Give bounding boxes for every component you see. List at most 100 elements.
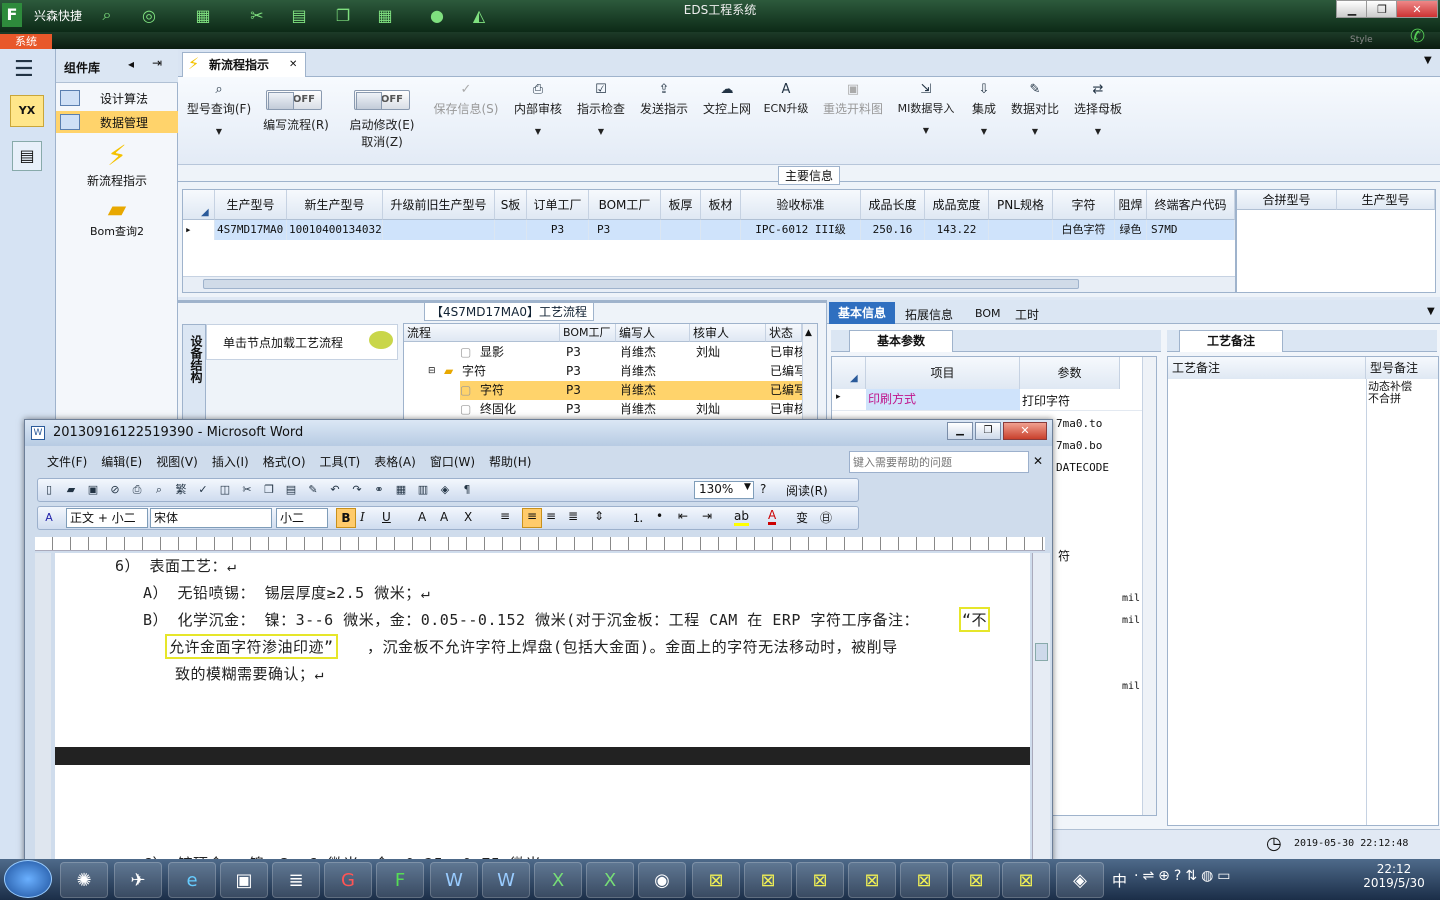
- menu-insert[interactable]: 插入(I): [212, 453, 249, 470]
- column-header[interactable]: 工艺备注: [1168, 357, 1366, 379]
- cancel-label[interactable]: 取消(Z): [344, 133, 420, 150]
- close-icon[interactable]: ✕: [1033, 454, 1043, 468]
- table-cell[interactable]: P3: [589, 220, 661, 240]
- column-header[interactable]: BOM工厂: [589, 190, 661, 220]
- document-page[interactable]: 6） 表面工艺：↵ A） 无铅喷锡： 锡层厚度≥2.5 微米；↵ B） 化学沉金…: [55, 553, 1030, 873]
- menu-help[interactable]: 帮助(H): [489, 453, 531, 470]
- doc-line[interactable]: A） 无铅喷锡： 锡层厚度≥2.5 微米；↵: [143, 582, 430, 603]
- menu-format[interactable]: 格式(O): [263, 453, 306, 470]
- tab-new-flow[interactable]: ⚡ 新流程指示 ✕: [182, 52, 306, 78]
- cut-icon[interactable]: ✂: [238, 481, 256, 499]
- sidebar-item-design[interactable]: 设计算法: [56, 87, 178, 109]
- taskbar-shell-icon[interactable]: ✺: [60, 862, 108, 898]
- size-select[interactable]: 小二: [276, 508, 328, 528]
- format-painter-icon[interactable]: ✎: [304, 481, 322, 499]
- horizontal-ruler[interactable]: [35, 537, 1045, 551]
- merge-grid[interactable]: 合拼型号 生产型号: [1236, 189, 1436, 293]
- word-restore-button[interactable]: ❐: [975, 422, 1001, 440]
- select-motherboard-button[interactable]: ⇄ 选择母板 ▼: [1070, 82, 1126, 136]
- table-cell[interactable]: [383, 220, 495, 240]
- menu-table[interactable]: 表格(A): [374, 453, 416, 470]
- paste-icon[interactable]: ▤: [282, 481, 300, 499]
- start-button[interactable]: [4, 860, 52, 898]
- scale-icon[interactable]: X: [464, 510, 472, 524]
- internal-review-button[interactable]: ⎙ 内部审核 ▼: [510, 82, 566, 136]
- system-menu[interactable]: 系统: [0, 34, 52, 49]
- compare-button[interactable]: ✎ 数据对比 ▼: [1008, 82, 1062, 136]
- word-window[interactable]: W 20130916122519390 - Microsoft Word ▁ ❐…: [24, 419, 1053, 873]
- chevron-down-icon[interactable]: ▼: [1427, 306, 1435, 317]
- column-header[interactable]: 状态: [766, 324, 802, 342]
- research-icon[interactable]: ◫: [216, 481, 234, 499]
- enclose-icon[interactable]: ㊐: [820, 509, 832, 526]
- taskbar-word-icon[interactable]: W: [430, 862, 478, 898]
- menu-window[interactable]: 窗口(W): [430, 453, 475, 470]
- remark-value[interactable]: 动态补偿不合拼: [1368, 381, 1418, 405]
- char-border-icon[interactable]: A: [418, 510, 426, 524]
- column-header[interactable]: 验收标准: [741, 190, 861, 220]
- tab-close-icon[interactable]: ✕: [289, 53, 297, 77]
- menu-file[interactable]: 文件(F): [47, 453, 87, 470]
- bullets-icon[interactable]: •: [656, 509, 663, 523]
- column-header[interactable]: PNL规格: [989, 190, 1053, 220]
- table-row[interactable]: ▢ 终固化 P3 肖维杰 刘灿 已审核: [404, 400, 802, 419]
- table-cell[interactable]: [701, 220, 741, 240]
- tab-hours[interactable]: 工时: [1015, 306, 1039, 323]
- spell-icon[interactable]: ✓: [194, 481, 212, 499]
- mi-import-button[interactable]: ⇲ MI数据导入 ▼: [892, 82, 960, 135]
- taskbar-app-icon[interactable]: ⊠: [900, 862, 948, 898]
- permission-icon[interactable]: ⊘: [106, 481, 124, 499]
- help-icon[interactable]: ?: [760, 482, 766, 496]
- save-icon[interactable]: ▣: [84, 481, 102, 499]
- edit-flow-toggle[interactable]: OFF: [266, 90, 322, 110]
- start-modify-toggle[interactable]: OFF: [354, 90, 410, 110]
- word-minimize-button[interactable]: ▁: [947, 422, 973, 440]
- doc-line[interactable]: B） 化学沉金： 镍：3--6 微米，金：0.05--0.152 微米(对于沉金…: [143, 609, 919, 630]
- tab-basic-info[interactable]: 基本信息: [829, 302, 895, 324]
- hamburger-icon[interactable]: ☰: [14, 57, 34, 82]
- tab-process-remark[interactable]: 工艺备注: [1179, 330, 1283, 352]
- taskbar-ie-icon[interactable]: e: [168, 862, 216, 898]
- taskbar-eye-icon[interactable]: ◉: [638, 862, 686, 898]
- remark-grid[interactable]: 工艺备注 型号备注 动态补偿不合拼: [1167, 356, 1439, 826]
- indent-icon[interactable]: ⇥: [702, 509, 712, 523]
- chevron-down-icon[interactable]: ▼: [744, 482, 751, 492]
- vertical-ruler[interactable]: [35, 553, 51, 863]
- tray-icons[interactable]: ·⇌⊕?⇅◍▭: [1134, 868, 1235, 884]
- doc-line[interactable]: 致的模糊需要确认；↵: [175, 663, 324, 684]
- column-header[interactable]: 阻焊: [1115, 190, 1147, 220]
- taskbar-app-icon[interactable]: ⊠: [692, 862, 740, 898]
- column-header[interactable]: 成品长度: [861, 190, 925, 220]
- distributed-icon[interactable]: ≣: [568, 509, 578, 523]
- pin-icon[interactable]: ⇥: [152, 56, 162, 70]
- column-header[interactable]: 生产型号: [1337, 190, 1435, 210]
- print-preview-icon[interactable]: ⌕: [150, 481, 168, 499]
- tab-extended-info[interactable]: 拓展信息: [905, 306, 953, 323]
- italic-icon[interactable]: I: [360, 510, 365, 524]
- vertical-scrollbar[interactable]: [1142, 357, 1156, 815]
- ecn-upgrade-button[interactable]: A ECN升级: [760, 82, 812, 116]
- table-cell[interactable]: P3: [527, 220, 589, 240]
- doc-line[interactable]: 6） 表面工艺：↵: [115, 555, 237, 576]
- taskbar-app-icon[interactable]: ⊠: [796, 862, 844, 898]
- column-header[interactable]: 终端客户代码: [1147, 190, 1235, 220]
- table-cell[interactable]: 10010400134032: [287, 220, 383, 240]
- center-align-icon[interactable]: ≡: [522, 508, 542, 528]
- launcher-new-flow[interactable]: ⚡ 新流程指示: [56, 139, 178, 189]
- word-vertical-scrollbar[interactable]: [1032, 553, 1050, 863]
- taskbar-bird-icon[interactable]: ✈: [114, 862, 162, 898]
- table-row[interactable]: ⊟ ▰ 字符 P3 肖维杰 已编写: [404, 362, 802, 381]
- column-header[interactable]: 升级前旧生产型号: [383, 190, 495, 220]
- hyperlink-icon[interactable]: ⚭: [370, 481, 388, 499]
- column-header[interactable]: 新生产型号: [287, 190, 383, 220]
- font-color-icon[interactable]: A: [768, 508, 777, 525]
- new-icon[interactable]: ▯: [40, 481, 58, 499]
- minimize-button[interactable]: ▁: [1336, 0, 1368, 18]
- highlighted-text[interactable]: “不: [959, 607, 991, 632]
- column-header[interactable]: 参数: [1020, 357, 1120, 389]
- highlighted-text[interactable]: 允许金面字符渗油印迹”: [165, 634, 338, 659]
- horizontal-scrollbar[interactable]: [183, 276, 1235, 292]
- tab-basic-params[interactable]: 基本参数: [849, 330, 953, 352]
- table-cell[interactable]: S7MD: [1147, 220, 1235, 240]
- table-cell[interactable]: 250.16: [861, 220, 925, 240]
